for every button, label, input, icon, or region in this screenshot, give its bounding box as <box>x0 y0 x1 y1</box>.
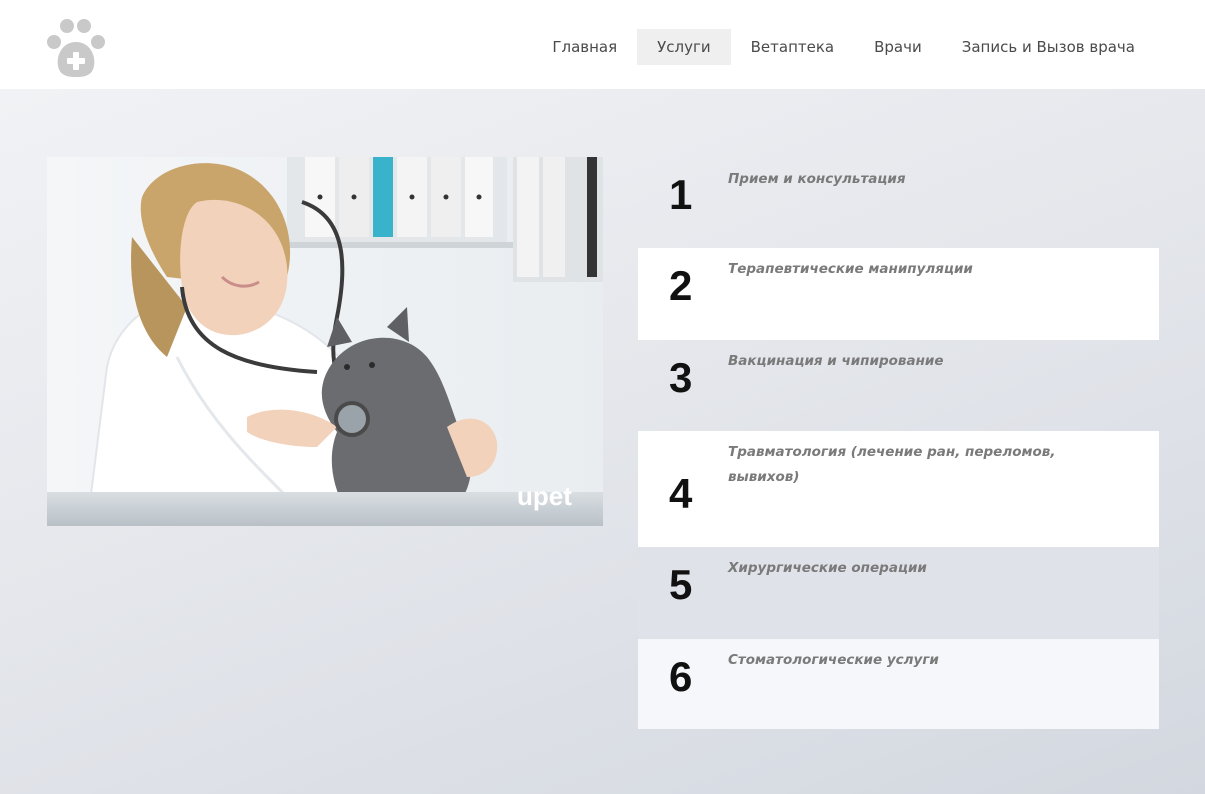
site-header: Главная Услуги Ветаптека Врачи Запись и … <box>0 0 1205 89</box>
services-section: upet 1 Прием и консультация 2 Терапевтич… <box>0 89 1205 794</box>
nav-item-pharmacy[interactable]: Ветаптека <box>731 29 854 65</box>
nav-item-doctors[interactable]: Врачи <box>854 29 942 65</box>
paw-plus-icon[interactable] <box>44 14 114 78</box>
service-number: 1 <box>669 171 693 218</box>
service-item-3[interactable]: 3 Вакцинация и чипирование <box>638 340 1159 431</box>
main-nav: Главная Услуги Ветаптека Врачи Запись и … <box>532 29 1155 65</box>
service-title: Стоматологические услуги <box>728 652 939 668</box>
vet-with-kitten-illustration: upet <box>47 157 603 526</box>
service-title: Терапевтические манипуляции <box>728 261 973 277</box>
service-title: Хирургические операции <box>728 560 927 576</box>
nav-item-appointment[interactable]: Запись и Вызов врача <box>942 29 1155 65</box>
service-number: 3 <box>669 354 693 401</box>
service-title: Прием и консультация <box>728 171 906 187</box>
service-item-6[interactable]: 6 Стоматологические услуги <box>638 639 1159 729</box>
watermark-text: upet <box>517 481 572 511</box>
service-number: 2 <box>669 262 693 309</box>
service-title: Вакцинация и чипирование <box>728 353 944 369</box>
service-item-4[interactable]: 4 Травматология (лечение ран, переломов,… <box>638 431 1159 547</box>
service-item-2[interactable]: 2 Терапевтические манипуляции <box>638 248 1159 340</box>
service-item-5[interactable]: 5 Хирургические операции <box>638 547 1159 639</box>
service-title: Травматология (лечение ран, переломов, в… <box>728 444 1056 485</box>
service-number: 6 <box>669 653 693 700</box>
services-list: 1 Прием и консультация 2 Терапевтические… <box>638 157 1159 729</box>
service-number: 5 <box>669 561 693 608</box>
nav-item-services[interactable]: Услуги <box>637 29 731 65</box>
hero-image: upet <box>47 157 603 526</box>
nav-item-home[interactable]: Главная <box>532 29 637 65</box>
service-item-1[interactable]: 1 Прием и консультация <box>638 157 1159 248</box>
service-number: 4 <box>669 470 693 517</box>
